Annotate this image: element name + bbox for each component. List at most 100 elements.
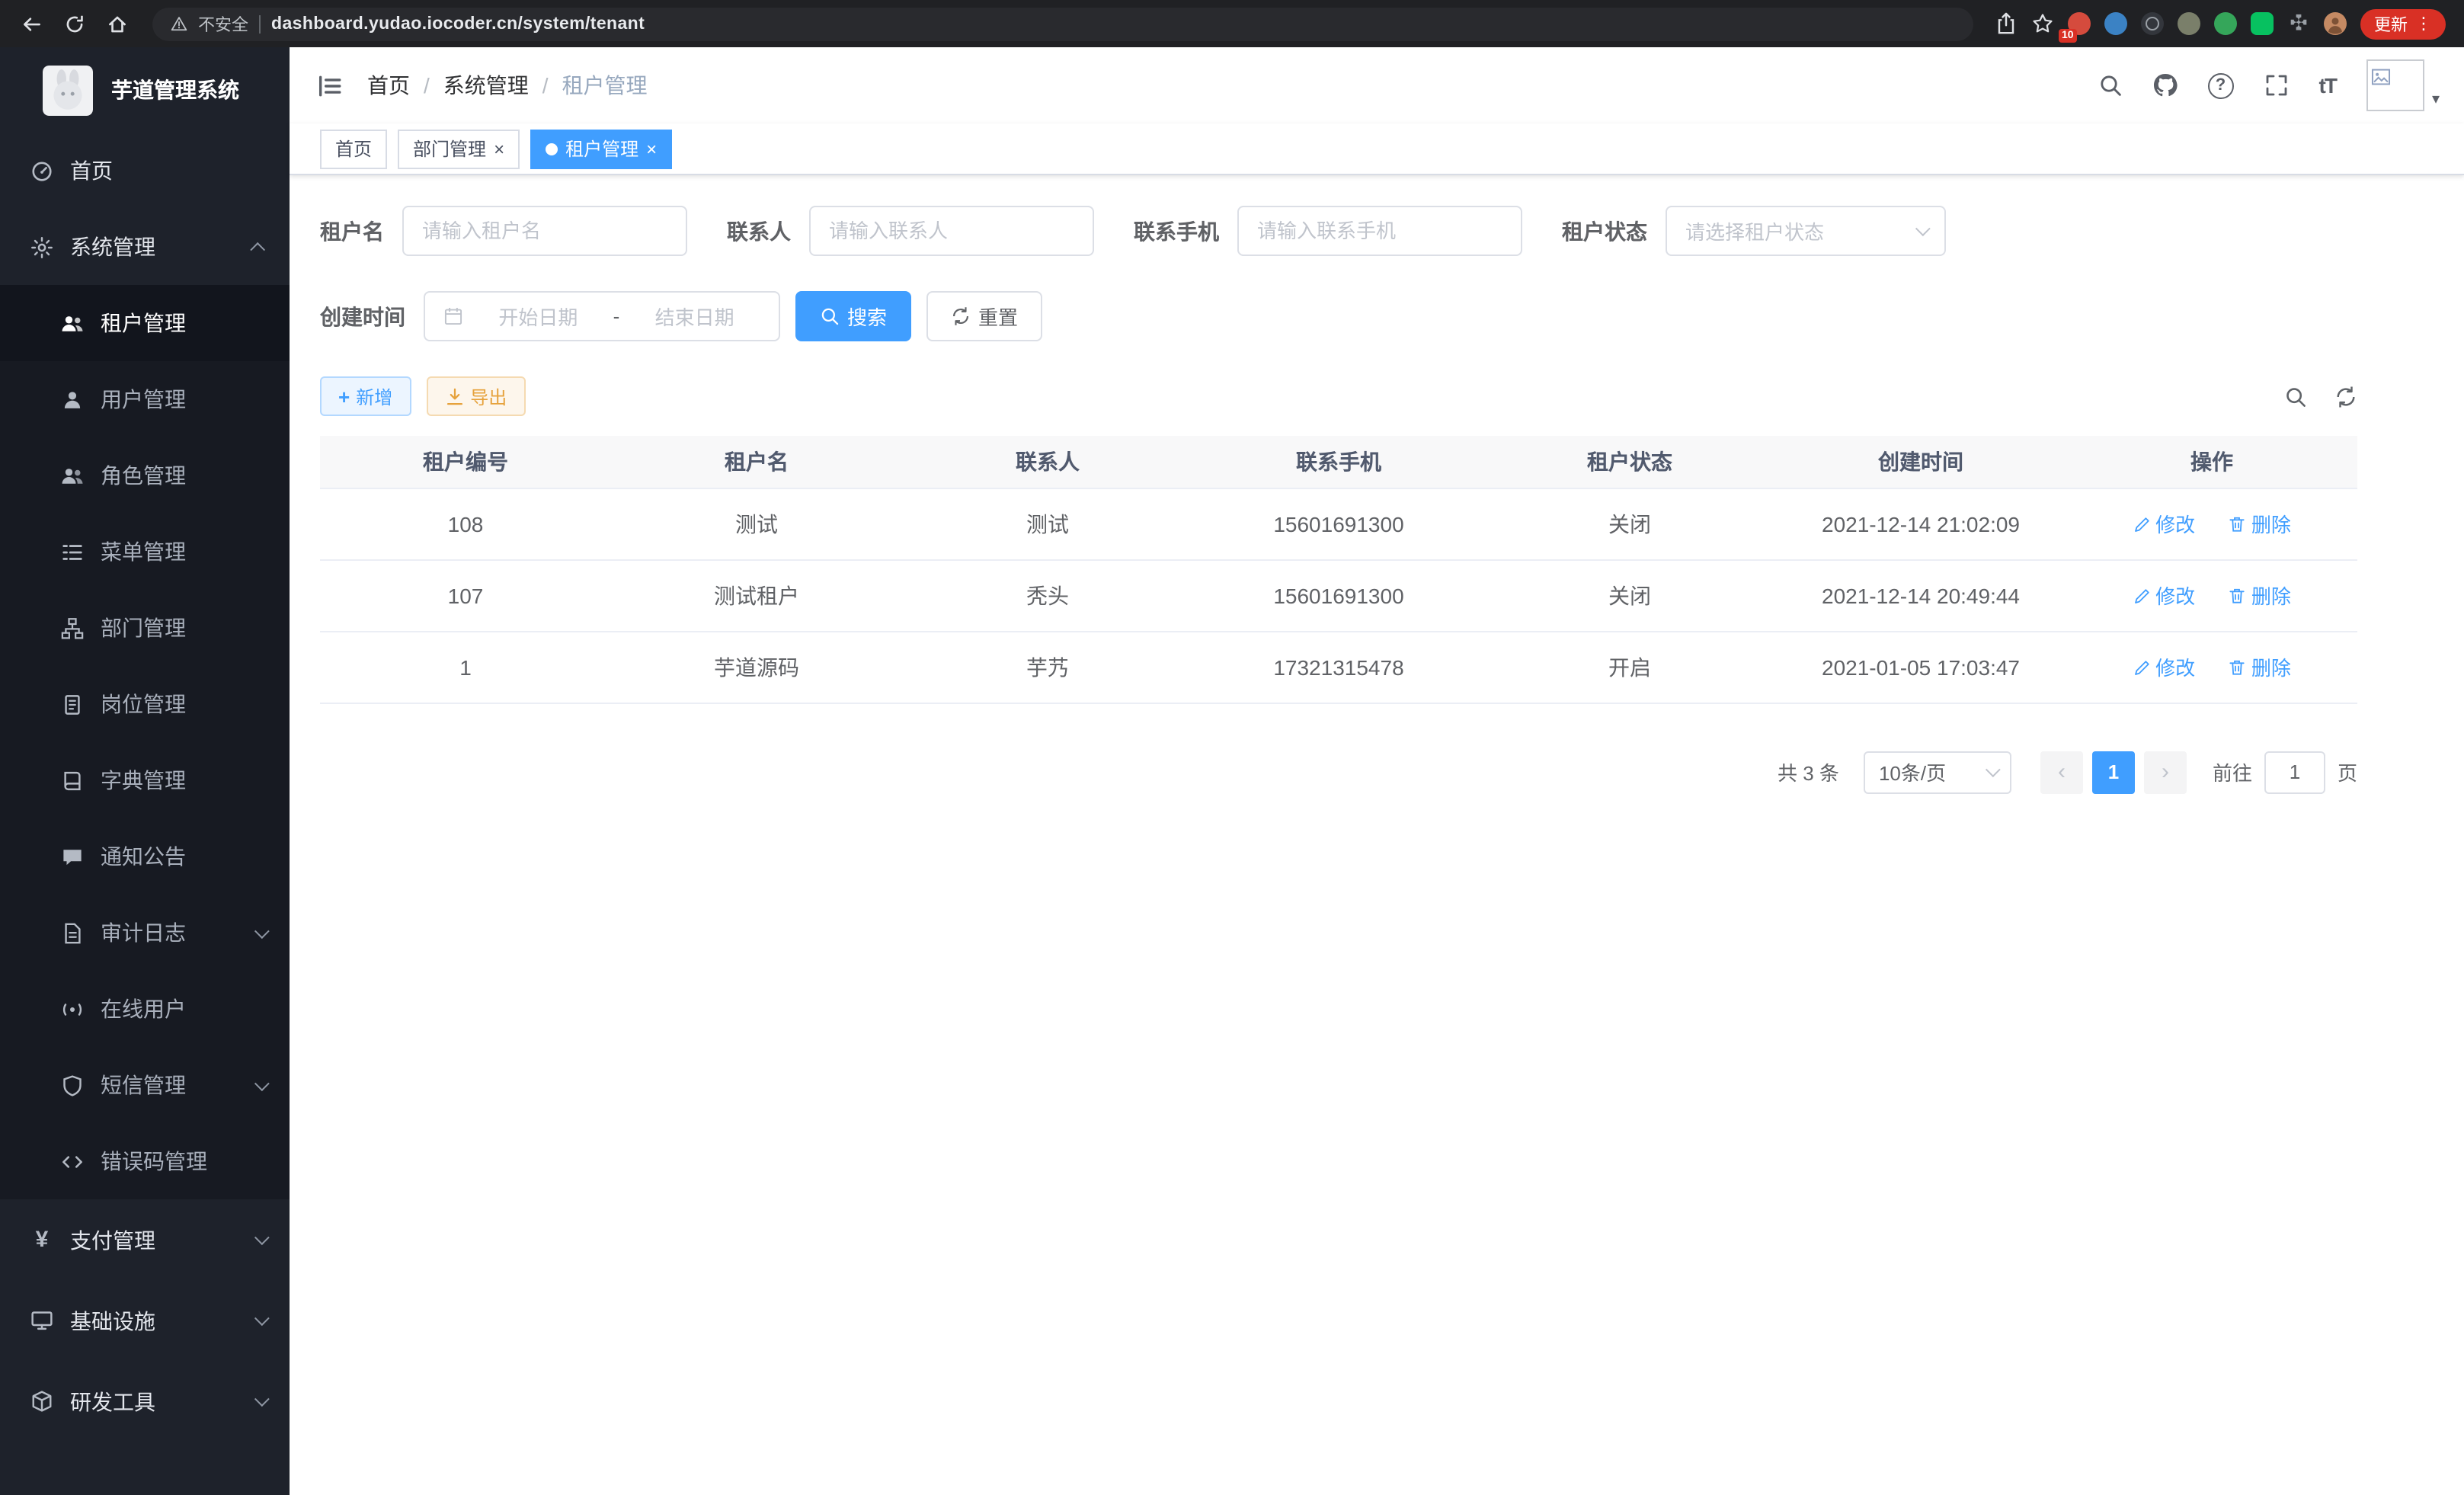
cell-status: 关闭 (1484, 488, 1775, 559)
document-icon (61, 921, 84, 944)
date-range-picker[interactable]: 开始日期 - 结束日期 (424, 291, 780, 341)
select-placeholder: 请选择租户状态 (1685, 216, 1824, 245)
breadcrumb-system-management[interactable]: 系统管理 (443, 70, 529, 101)
org-tree-icon (61, 616, 84, 639)
table-toolbar: + 新增 导出 (320, 376, 2357, 416)
breadcrumb-separator: / (424, 73, 430, 98)
goto-page-input[interactable] (2264, 751, 2325, 793)
search-icon[interactable] (2098, 73, 2123, 98)
extension-icon-5[interactable] (2214, 12, 2237, 35)
status-select[interactable]: 请选择租户状态 (1666, 206, 1946, 256)
browser-back-button[interactable] (12, 5, 52, 42)
monitor-icon (30, 1309, 53, 1332)
extension-icon-1[interactable]: 10 (2068, 12, 2091, 35)
phone-input[interactable] (1237, 206, 1522, 256)
help-icon[interactable]: ? (2208, 72, 2234, 98)
tenant-name-input[interactable] (402, 206, 687, 256)
sidebar-item-audit-log[interactable]: 审计日志 (0, 895, 290, 971)
close-icon[interactable]: × (646, 139, 657, 158)
app-logo[interactable]: 芋道管理系统 (0, 47, 290, 133)
browser-toolbar-right: 10 更新 ⋮ (1989, 8, 2452, 39)
filter-create-time: 创建时间 开始日期 - 结束日期 (320, 291, 780, 341)
extension-icon-4[interactable] (2178, 12, 2200, 35)
tab-home[interactable]: 首页 (320, 129, 387, 168)
sidebar-item-label: 岗位管理 (101, 689, 186, 719)
breadcrumb-home[interactable]: 首页 (367, 70, 410, 101)
profile-avatar-icon[interactable] (2324, 12, 2347, 35)
cell-operations: 修改 删除 (2066, 631, 2357, 703)
address-bar[interactable]: 不安全 dashboard.yudao.iocoder.cn/system/te… (152, 7, 1973, 40)
fullscreen-icon[interactable] (2264, 73, 2289, 98)
sidebar-item-menu-management[interactable]: 菜单管理 (0, 514, 290, 590)
page-unit-label: 页 (2338, 757, 2357, 786)
bookmark-star-icon[interactable] (2031, 12, 2054, 35)
contact-input[interactable] (809, 206, 1094, 256)
export-button[interactable]: 导出 (426, 376, 525, 416)
yen-icon: ¥ (30, 1227, 53, 1253)
button-label: 新增 (356, 383, 392, 409)
prev-page-button[interactable]: ‹ (2040, 751, 2083, 793)
tab-dept-management[interactable]: 部门管理 × (398, 129, 520, 168)
sidebar-item-error-code-management[interactable]: 错误码管理 (0, 1123, 290, 1199)
browser-reload-button[interactable] (55, 5, 94, 42)
total-count: 共 3 条 (1778, 757, 1839, 786)
refresh-table-icon[interactable] (2334, 385, 2357, 408)
sidebar-toggle-button[interactable] (317, 72, 343, 98)
signal-icon (61, 997, 84, 1020)
sidebar-item-home[interactable]: 首页 (0, 133, 290, 209)
edit-button[interactable]: 修改 (2133, 581, 2195, 610)
extension-icon-3[interactable] (2141, 12, 2164, 35)
extension-icon-2[interactable] (2104, 12, 2127, 35)
edit-button[interactable]: 修改 (2133, 509, 2195, 538)
sidebar-item-sms-management[interactable]: 短信管理 (0, 1047, 290, 1123)
font-size-icon[interactable]: tT (2319, 73, 2336, 98)
delete-button[interactable]: 删除 (2229, 652, 2291, 681)
trash-icon (2229, 514, 2247, 533)
column-header: 联系人 (902, 436, 1193, 488)
sidebar-item-notice-announcement[interactable]: 通知公告 (0, 818, 290, 895)
start-date-placeholder: 开始日期 (472, 302, 604, 331)
cell-phone: 17321315478 (1193, 631, 1484, 703)
sidebar-item-role-management[interactable]: 角色管理 (0, 437, 290, 514)
trash-icon (2229, 586, 2247, 604)
close-icon[interactable]: × (494, 139, 504, 158)
user-avatar[interactable]: ▾ (2366, 59, 2440, 111)
page-number-1[interactable]: 1 (2092, 751, 2135, 793)
delete-button[interactable]: 删除 (2229, 509, 2291, 538)
sidebar-item-tenant-management[interactable]: 租户管理 (0, 285, 290, 361)
sidebar-item-label: 用户管理 (101, 384, 186, 415)
next-page-button[interactable]: › (2144, 751, 2187, 793)
calendar-icon (443, 306, 463, 326)
chrome-update-button[interactable]: 更新 ⋮ (2360, 8, 2446, 39)
sidebar-item-system-management[interactable]: 系统管理 (0, 209, 290, 285)
field-label: 创建时间 (320, 301, 405, 331)
search-button[interactable]: 搜索 (795, 291, 911, 341)
sidebar-item-user-management[interactable]: 用户管理 (0, 361, 290, 437)
sidebar-item-online-users[interactable]: 在线用户 (0, 971, 290, 1047)
delete-button[interactable]: 删除 (2229, 581, 2291, 610)
github-icon[interactable] (2153, 73, 2178, 98)
cell-created: 2021-12-14 21:02:09 (1775, 488, 2066, 559)
extension-icon-6[interactable] (2251, 12, 2274, 35)
edit-button[interactable]: 修改 (2133, 652, 2195, 681)
not-secure-warning-icon (171, 15, 187, 32)
cell-operations: 修改 删除 (2066, 488, 2357, 559)
add-button[interactable]: + 新增 (320, 376, 411, 416)
extensions-puzzle-icon[interactable] (2287, 12, 2310, 35)
filter-contact: 联系人 (727, 206, 1094, 256)
sidebar-item-dept-management[interactable]: 部门管理 (0, 590, 290, 666)
sidebar-item-dev-tools[interactable]: 研发工具 (0, 1361, 290, 1442)
sidebar-item-post-management[interactable]: 岗位管理 (0, 666, 290, 742)
share-icon[interactable] (1995, 12, 2018, 35)
sidebar-item-payment-management[interactable]: ¥ 支付管理 (0, 1199, 290, 1280)
button-label: 导出 (470, 383, 507, 409)
page-url: dashboard.yudao.iocoder.cn/system/tenant (271, 14, 645, 33)
sidebar-item-infrastructure[interactable]: 基础设施 (0, 1280, 290, 1361)
sidebar-item-dict-management[interactable]: 字典管理 (0, 742, 290, 818)
reset-button[interactable]: 重置 (926, 291, 1042, 341)
search-toggle-icon[interactable] (2284, 385, 2307, 408)
toolbar-right (2284, 385, 2357, 408)
page-size-select[interactable]: 10条/页 (1864, 751, 2011, 793)
browser-home-button[interactable] (98, 5, 137, 42)
tab-tenant-management[interactable]: 租户管理 × (530, 129, 672, 168)
